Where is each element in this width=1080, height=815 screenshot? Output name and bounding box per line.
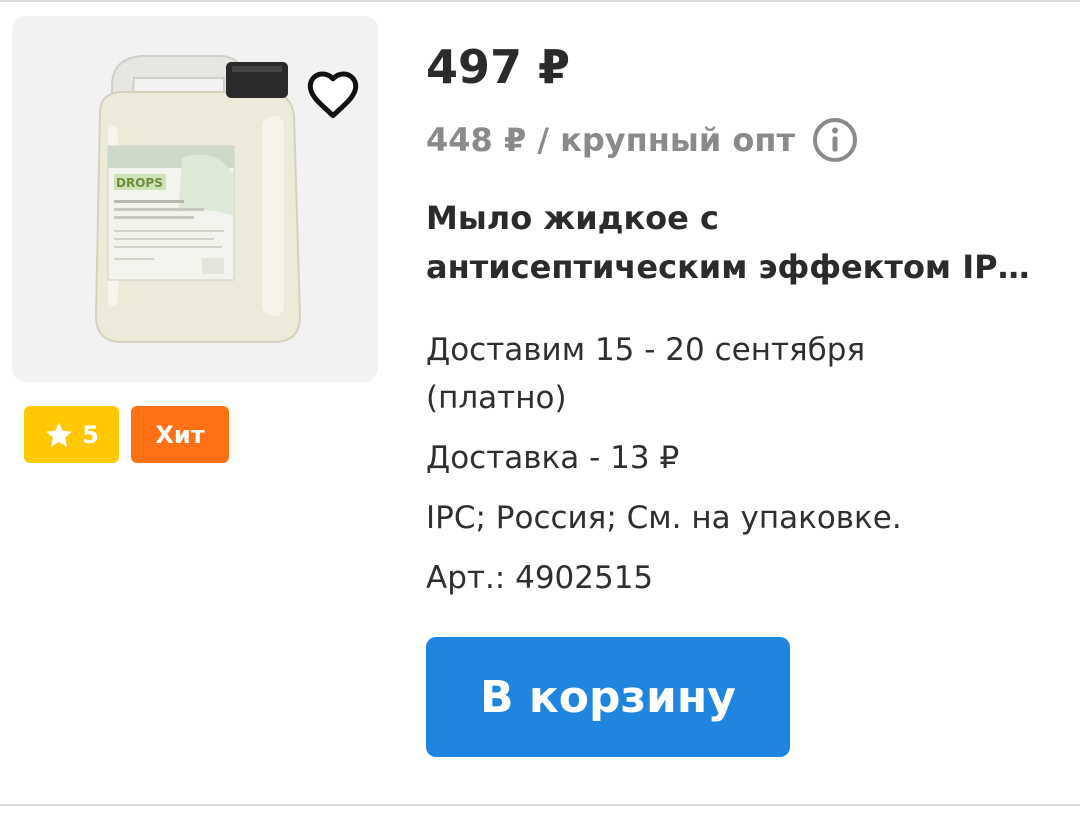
bottom-divider [0,804,1080,806]
rating-value: 5 [82,420,99,449]
price: 497 ₽ [426,40,571,94]
star-icon [46,421,73,447]
delivery-paid-note: (платно) [426,380,567,416]
delivery-cost: Доставка - 13 ₽ [426,440,680,476]
info-circle-icon[interactable] [811,116,859,164]
hit-badge: Хит [131,406,229,463]
hit-label: Хит [155,420,205,449]
badges: 5 Хит [24,406,229,463]
add-to-cart-button[interactable]: В корзину [426,637,790,757]
label-brand-text: DROPS [116,176,163,190]
rating-badge: 5 [24,406,119,463]
wholesale-price: 448 ₽ / крупный опт [426,121,796,159]
product-title[interactable]: Мыло жидкое с антисептическим эффектом I… [426,194,1046,292]
product-origin: IPC; Россия; См. на упаковке. [426,500,902,536]
wholesale-price-row: 448 ₽ / крупный опт [426,116,859,164]
delivery-dates: Доставим 15 - 20 сентября [426,332,866,368]
top-divider [0,0,1080,2]
favorite-button[interactable] [302,66,364,122]
product-sku: Арт.: 4902515 [426,560,654,596]
heart-outline-icon [307,71,359,119]
product-image[interactable]: DROPS [12,16,378,382]
